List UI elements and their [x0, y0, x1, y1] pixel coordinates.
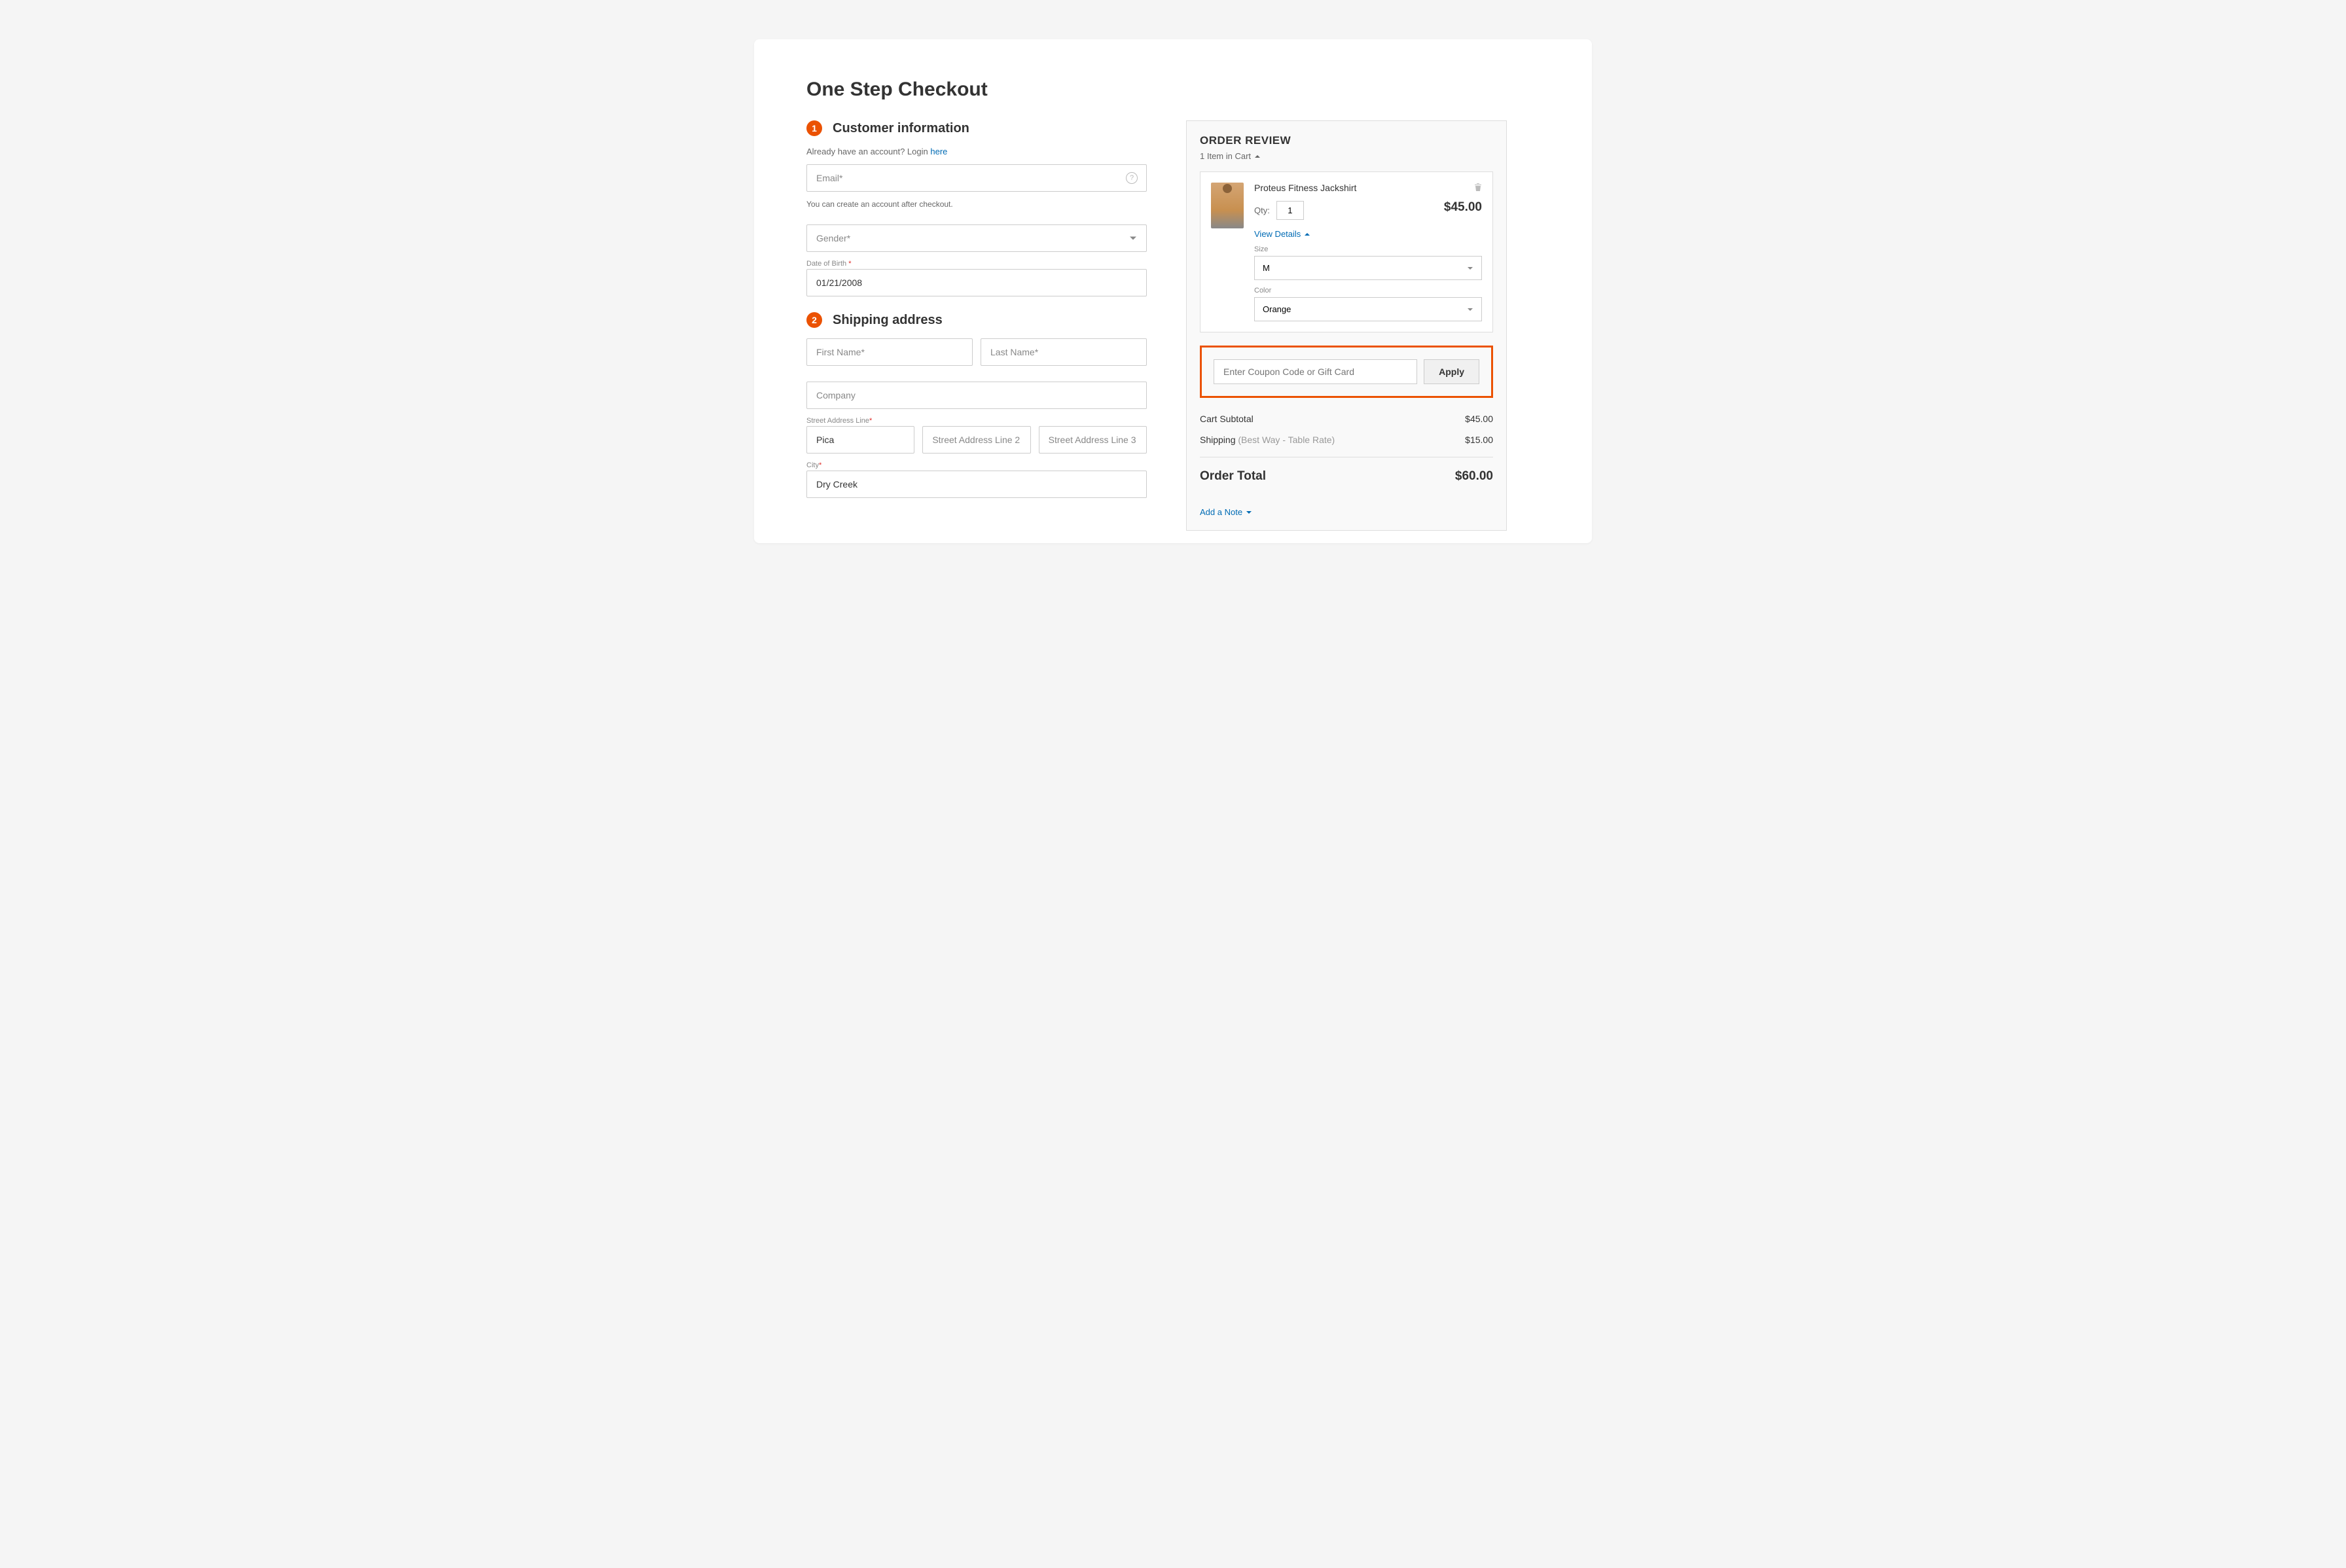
product-image	[1211, 183, 1244, 228]
cart-count-text: 1 Item in Cart	[1200, 151, 1251, 161]
company-input[interactable]	[806, 382, 1147, 409]
street1-input[interactable]	[806, 426, 914, 454]
login-prompt-text: Already have an account? Login	[806, 147, 930, 156]
product-name: Proteus Fitness Jackshirt	[1254, 183, 1444, 193]
page-title: One Step Checkout	[806, 79, 1540, 101]
customer-section-header: 1 Customer information	[806, 120, 1147, 136]
shipping-row: Shipping (Best Way - Table Rate) $15.00	[1200, 429, 1493, 450]
email-field-wrapper: ?	[806, 164, 1147, 192]
dob-label: Date of Birth *	[806, 260, 1147, 268]
login-link[interactable]: here	[930, 147, 947, 156]
customer-section-title: Customer information	[833, 121, 969, 136]
size-select-wrapper: M	[1254, 256, 1482, 280]
street-label: Street Address Line*	[806, 417, 1147, 425]
color-select-wrapper: Orange	[1254, 297, 1482, 321]
color-option-label: Color	[1254, 287, 1482, 294]
view-details-toggle[interactable]: View Details	[1254, 229, 1482, 239]
order-total-label: Order Total	[1200, 469, 1266, 484]
size-option-label: Size	[1254, 245, 1482, 253]
city-label: City*	[806, 461, 1147, 469]
product-info: Proteus Fitness Jackshirt Qty:	[1254, 183, 1482, 321]
street-row	[806, 426, 1147, 454]
name-row	[806, 338, 1147, 366]
qty-input[interactable]	[1276, 201, 1304, 220]
dob-wrapper: Date of Birth *	[806, 260, 1147, 296]
city-input[interactable]	[806, 471, 1147, 498]
trash-icon[interactable]	[1474, 183, 1482, 194]
left-column: 1 Customer information Already have an a…	[806, 120, 1147, 531]
right-column: ORDER REVIEW 1 Item in Cart Proteus Fitn…	[1186, 120, 1507, 531]
size-select[interactable]: M	[1254, 256, 1482, 280]
chevron-up-icon	[1255, 155, 1260, 158]
chevron-up-icon	[1305, 233, 1310, 236]
subtotal-label: Cart Subtotal	[1200, 414, 1254, 424]
help-icon[interactable]: ?	[1126, 172, 1138, 184]
add-note-toggle[interactable]: Add a Note	[1200, 507, 1493, 517]
apply-button[interactable]: Apply	[1424, 359, 1479, 384]
cart-item: Proteus Fitness Jackshirt Qty:	[1200, 171, 1493, 332]
company-wrapper	[806, 382, 1147, 409]
street2-input[interactable]	[922, 426, 1030, 454]
subtotal-value: $45.00	[1465, 414, 1493, 424]
coupon-input[interactable]	[1214, 359, 1417, 384]
qty-row: Qty:	[1254, 201, 1444, 220]
order-review-panel: ORDER REVIEW 1 Item in Cart Proteus Fitn…	[1186, 120, 1507, 531]
checkout-page: One Step Checkout 1 Customer information…	[754, 39, 1592, 543]
email-input[interactable]	[806, 164, 1147, 192]
cart-count-toggle[interactable]: 1 Item in Cart	[1200, 151, 1493, 161]
gender-select-wrapper: Gender*	[806, 224, 1147, 252]
shipping-section-header: 2 Shipping address	[806, 312, 1147, 328]
shipping-value: $15.00	[1465, 435, 1493, 445]
price-column: $45.00	[1444, 183, 1482, 215]
street3-input[interactable]	[1039, 426, 1147, 454]
item-price: $45.00	[1444, 200, 1482, 215]
last-name-input[interactable]	[981, 338, 1147, 366]
shipping-section: 2 Shipping address Street Add	[806, 312, 1147, 498]
step-badge-1: 1	[806, 120, 822, 136]
shipping-label: Shipping (Best Way - Table Rate)	[1200, 435, 1335, 445]
qty-label: Qty:	[1254, 205, 1270, 215]
dob-input[interactable]	[806, 269, 1147, 296]
order-total-value: $60.00	[1455, 469, 1493, 484]
shipping-section-title: Shipping address	[833, 313, 943, 328]
color-select[interactable]: Orange	[1254, 297, 1482, 321]
step-badge-2: 2	[806, 312, 822, 328]
gender-select[interactable]: Gender*	[806, 224, 1147, 252]
main-columns: 1 Customer information Already have an a…	[806, 120, 1540, 531]
order-review-title: ORDER REVIEW	[1200, 134, 1493, 147]
order-total-row: Order Total $60.00	[1200, 464, 1493, 489]
chevron-down-icon	[1246, 511, 1252, 514]
coupon-box: Apply	[1200, 346, 1493, 398]
login-prompt: Already have an account? Login here	[806, 147, 1147, 156]
first-name-input[interactable]	[806, 338, 973, 366]
subtotal-row: Cart Subtotal $45.00	[1200, 408, 1493, 429]
email-note: You can create an account after checkout…	[806, 200, 1147, 209]
